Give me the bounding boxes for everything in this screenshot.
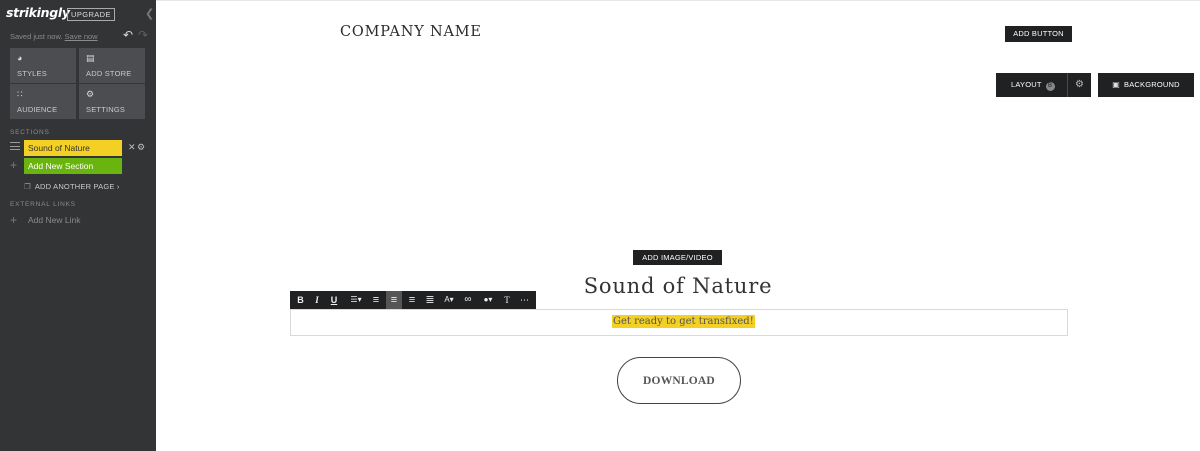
section-title[interactable]: Sound of Nature	[516, 274, 840, 298]
add-new-section-button[interactable]: Add New Section	[24, 158, 122, 174]
align-justify-icon[interactable]: ≣	[423, 291, 437, 309]
clear-format-icon[interactable]: T	[501, 291, 513, 309]
layout-label: LAYOUT	[1011, 80, 1042, 89]
subtitle-editor[interactable]: Get ready to get transfixed!	[290, 309, 1068, 336]
section-subtitle[interactable]: Get ready to get transfixed!	[612, 315, 755, 328]
image-icon: ▣	[1112, 80, 1120, 89]
add-store-tile[interactable]: ▤ ADD STORE	[79, 48, 145, 83]
styles-tile[interactable]: ◕ STYLES	[10, 48, 76, 83]
page-canvas: COMPANY NAME ADD BUTTON LAYOUT B ⚙ ▣ BACKG…	[156, 0, 1200, 451]
upgrade-button[interactable]: UPGRADE	[67, 8, 115, 21]
company-name[interactable]: COMPANY NAME	[340, 24, 482, 40]
sections-heading: SECTIONS	[10, 129, 50, 136]
settings-label: SETTINGS	[86, 105, 126, 114]
align-left-icon[interactable]: ≡	[369, 291, 383, 309]
sidebar-header: strikingly UPGRADE ❮	[0, 0, 156, 28]
redo-icon[interactable]: ↷	[138, 28, 148, 42]
list-icon[interactable]: ☰▾	[345, 291, 367, 309]
add-store-label: ADD STORE	[86, 69, 132, 78]
layout-control: LAYOUT B ⚙	[996, 73, 1091, 97]
store-bag-icon: ▤	[86, 53, 95, 63]
audience-tile[interactable]: ∷ AUDIENCE	[10, 84, 76, 119]
delete-section-icon[interactable]: ✕	[128, 142, 136, 153]
plus-icon[interactable]: +	[10, 158, 17, 172]
audience-label: AUDIENCE	[17, 105, 58, 114]
palette-icon: ◕	[17, 53, 23, 63]
people-icon: ∷	[17, 89, 23, 99]
add-page-label: ADD ANOTHER PAGE	[34, 182, 115, 191]
save-status: Saved just now. Save now	[10, 32, 98, 41]
page-icon: ❐	[24, 182, 31, 191]
link-icon[interactable]: ∞	[461, 291, 475, 309]
sidebar-item-sound-of-nature[interactable]: Sound of Nature	[24, 140, 122, 156]
strikingly-logo[interactable]: strikingly	[6, 5, 70, 20]
add-image-video-button[interactable]: ADD IMAGE/VIDEO	[633, 250, 722, 265]
collapse-sidebar-icon[interactable]: ❮	[145, 7, 154, 20]
download-button[interactable]: DOWNLOAD	[617, 357, 741, 404]
add-another-page-button[interactable]: ❐ ADD ANOTHER PAGE ›	[24, 182, 120, 191]
save-now-link[interactable]: Save now	[65, 32, 98, 41]
background-button[interactable]: ▣ BACKGROUND	[1098, 73, 1194, 97]
undo-icon[interactable]: ↶	[123, 28, 133, 42]
layout-badge: B	[1045, 82, 1055, 91]
chevron-right-icon: ›	[116, 182, 120, 191]
font-size-icon[interactable]: A▾	[440, 291, 458, 309]
align-center-icon[interactable]: ≡	[386, 291, 402, 309]
color-icon[interactable]: ●▾	[478, 291, 498, 309]
italic-icon[interactable]: I	[310, 291, 324, 309]
saved-text: Saved just now.	[10, 32, 63, 41]
add-button[interactable]: ADD BUTTON	[1005, 26, 1072, 42]
gear-icon: ⚙	[86, 89, 95, 99]
settings-tile[interactable]: ⚙ SETTINGS	[79, 84, 145, 119]
underline-icon[interactable]: U	[327, 291, 341, 309]
sidebar-tiles: ◕ STYLES ▤ ADD STORE ∷ AUDIENCE ⚙ SETTIN…	[10, 48, 145, 119]
layout-button[interactable]: LAYOUT B	[996, 73, 1067, 97]
text-format-toolbar: B I U ☰▾ ≡ ≡ ≡ ≣ A▾ ∞ ●▾ T ⋯	[290, 291, 536, 309]
drag-handle-icon[interactable]	[10, 142, 20, 153]
styles-label: STYLES	[17, 69, 47, 78]
more-icon[interactable]: ⋯	[517, 291, 532, 309]
external-links-heading: EXTERNAL LINKS	[10, 201, 76, 208]
background-label: BACKGROUND	[1124, 80, 1180, 89]
bold-icon[interactable]: B	[293, 291, 308, 309]
plus-icon[interactable]: +	[10, 213, 17, 227]
editor-sidebar: strikingly UPGRADE ❮ Saved just now. Sav…	[0, 0, 156, 451]
add-new-link-button[interactable]: Add New Link	[28, 215, 80, 225]
section-settings-icon[interactable]: ⚙	[137, 142, 145, 153]
gear-icon[interactable]: ⚙	[1068, 73, 1091, 97]
align-right-icon[interactable]: ≡	[405, 291, 419, 309]
